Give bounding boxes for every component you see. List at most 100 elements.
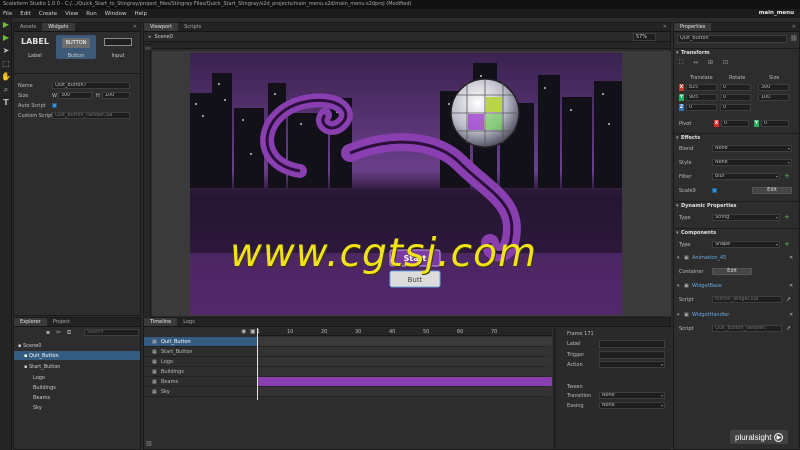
tab-assets[interactable]: Assets xyxy=(14,23,42,31)
tree-item-quit-button[interactable]: ▪ Quit_Button xyxy=(24,353,59,359)
effects-header[interactable]: Effects xyxy=(674,133,799,142)
style-select[interactable]: None ▾ xyxy=(712,159,792,166)
tree-item-logo[interactable]: Logo xyxy=(33,375,45,381)
size-y-field[interactable]: 100 xyxy=(758,94,789,101)
translate-z-field[interactable]: 0 xyxy=(686,104,717,111)
menu-file[interactable]: File xyxy=(3,11,12,17)
tab-scripts[interactable]: Scripts xyxy=(178,23,207,31)
viewport-canvas[interactable]: Start Butt www.cgtsj.com xyxy=(152,51,671,316)
frame-label-input[interactable] xyxy=(599,340,665,348)
layer-row[interactable]: ▦ Sky xyxy=(144,387,552,397)
container-edit-button[interactable]: Edit xyxy=(712,268,752,275)
text-tool-icon[interactable]: T xyxy=(0,96,12,109)
zoom-select[interactable]: 57% xyxy=(632,32,656,41)
action-select[interactable]: ▾ xyxy=(599,361,665,368)
add-dynamic-plus-icon[interactable]: + xyxy=(784,214,790,221)
explorer-toolbar-icons[interactable]: ▪ ✂ ⧉ xyxy=(46,329,73,337)
play-icon[interactable]: ▶ xyxy=(0,18,12,31)
play-scene-icon[interactable]: ▶ xyxy=(0,31,12,44)
dynamic-properties-header[interactable]: Dynamic Properties xyxy=(674,201,799,210)
widget-label-tile[interactable]: LABEL Label xyxy=(17,35,53,59)
lock-icon[interactable]: ▣ xyxy=(250,328,256,335)
name-field[interactable]: Quit_Button7 xyxy=(52,82,130,89)
transform-tools-icon[interactable]: ⛶ ↔ ⊞ ⊡ xyxy=(679,59,732,67)
dynamic-type-select[interactable]: String ▾ xyxy=(712,214,780,221)
tab-logs[interactable]: Logs xyxy=(177,318,201,326)
menu-window[interactable]: Window xyxy=(105,11,127,17)
transition-select[interactable]: None ▾ xyxy=(599,392,665,399)
layer-track[interactable] xyxy=(257,357,552,366)
layer-row[interactable]: ▦ Buildings xyxy=(144,367,552,377)
collapse-icon[interactable]: ▾ xyxy=(677,312,680,318)
playhead[interactable] xyxy=(257,328,258,400)
widget-button-tile[interactable]: BUTTON Button xyxy=(56,35,96,59)
collapse-icon[interactable]: ▾ xyxy=(677,283,680,289)
blend-select[interactable]: None ▾ xyxy=(712,145,792,152)
components-header[interactable]: Components xyxy=(674,228,799,237)
tree-item-beams[interactable]: Beams xyxy=(33,395,50,401)
close-icon[interactable]: ✕ xyxy=(789,23,799,31)
back-arrow-icon[interactable]: ◂ xyxy=(148,34,151,40)
explorer-search-input[interactable]: Search xyxy=(84,329,139,336)
tree-item-start-button[interactable]: ▪ Start_Button xyxy=(24,364,60,370)
delete-icon[interactable]: ✕ xyxy=(789,283,793,289)
pan-hand-icon[interactable]: ✋ xyxy=(0,70,12,83)
layer-row[interactable]: ▦ Quit_Button xyxy=(144,337,552,347)
delete-icon[interactable]: ✕ xyxy=(789,312,793,318)
tab-properties[interactable]: Properties xyxy=(674,23,712,31)
collapse-icon[interactable]: ▾ xyxy=(677,255,680,261)
rotate-y-field[interactable]: 0 xyxy=(720,94,751,101)
beams-tween-track[interactable] xyxy=(257,377,552,386)
tree-item-scene0[interactable]: ▪ Scene0 xyxy=(18,343,41,349)
layer-track[interactable] xyxy=(257,347,552,356)
custom-script-field[interactable]: Quit_Button_handler.lua xyxy=(52,112,130,119)
selected-object-field[interactable]: Quit_Button xyxy=(677,35,787,43)
menu-create[interactable]: Create xyxy=(39,11,57,17)
scale9-edit-button[interactable]: Edit xyxy=(752,187,792,194)
pivot-x-field[interactable]: 0 xyxy=(721,120,749,127)
open-external-icon[interactable]: ↗ xyxy=(786,296,791,303)
rotate-x-field[interactable]: 0 xyxy=(720,84,751,91)
tab-widgets[interactable]: Widgets xyxy=(42,23,75,31)
pivot-y-field[interactable]: 0 xyxy=(761,120,789,127)
size-h-field[interactable]: 100 xyxy=(102,92,130,99)
size-w-field[interactable]: 300 xyxy=(58,92,92,99)
layer-track[interactable] xyxy=(257,337,552,346)
transform-icon[interactable]: ⬚ xyxy=(0,57,12,70)
easing-select[interactable]: None ▾ xyxy=(599,402,665,409)
translate-y-field[interactable]: 905 xyxy=(686,94,717,101)
trigger-input[interactable] xyxy=(599,351,665,359)
tree-item-buildings[interactable]: Buildings xyxy=(33,385,56,391)
menu-view[interactable]: View xyxy=(65,11,78,17)
scene-breadcrumb[interactable]: Scene0 xyxy=(155,34,173,40)
script-field-2[interactable]: Quit_Button_handler.l xyxy=(712,325,782,332)
widget-input-tile[interactable]: Input xyxy=(98,35,138,59)
add-layer-icon[interactable]: ▥ xyxy=(146,440,152,447)
filter-select[interactable]: Blur ▾ xyxy=(712,173,780,180)
menu-run[interactable]: Run xyxy=(86,11,97,17)
rotate-z-field[interactable]: 0 xyxy=(720,104,751,111)
transform-header[interactable]: Transform xyxy=(674,48,799,57)
frame-ruler[interactable]: 1 10 20 30 40 50 60 70 xyxy=(257,328,552,336)
size-x-field[interactable]: 300 xyxy=(758,84,789,91)
script-field-1[interactable]: button_widget.lua xyxy=(712,296,782,303)
zoom-icon[interactable]: ⌕ xyxy=(0,83,12,96)
component-type-select[interactable]: Shape ▾ xyxy=(712,241,780,248)
scale9-checkbox[interactable] xyxy=(712,188,717,193)
menu-help[interactable]: Help xyxy=(134,11,147,17)
link-icon[interactable]: ⛓ xyxy=(790,35,798,42)
tab-project[interactable]: Project xyxy=(47,318,76,326)
layer-row[interactable]: ▦ Beams xyxy=(144,377,552,387)
delete-icon[interactable]: ✕ xyxy=(789,255,793,261)
visibility-eye-icon[interactable]: ◉ xyxy=(241,328,246,335)
tree-item-sky[interactable]: Sky xyxy=(33,405,42,411)
layer-track[interactable] xyxy=(257,387,552,396)
translate-x-field[interactable]: 825 xyxy=(686,84,717,91)
layer-row[interactable]: ▦ Logo xyxy=(144,357,552,367)
add-filter-plus-icon[interactable]: + xyxy=(784,173,790,180)
tab-timeline[interactable]: Timeline xyxy=(144,318,178,326)
tab-explorer[interactable]: Explorer xyxy=(14,318,47,326)
auto-script-checkbox[interactable] xyxy=(52,103,57,108)
tab-viewport[interactable]: Viewport xyxy=(144,23,179,31)
open-external-icon[interactable]: ↗ xyxy=(786,325,791,332)
